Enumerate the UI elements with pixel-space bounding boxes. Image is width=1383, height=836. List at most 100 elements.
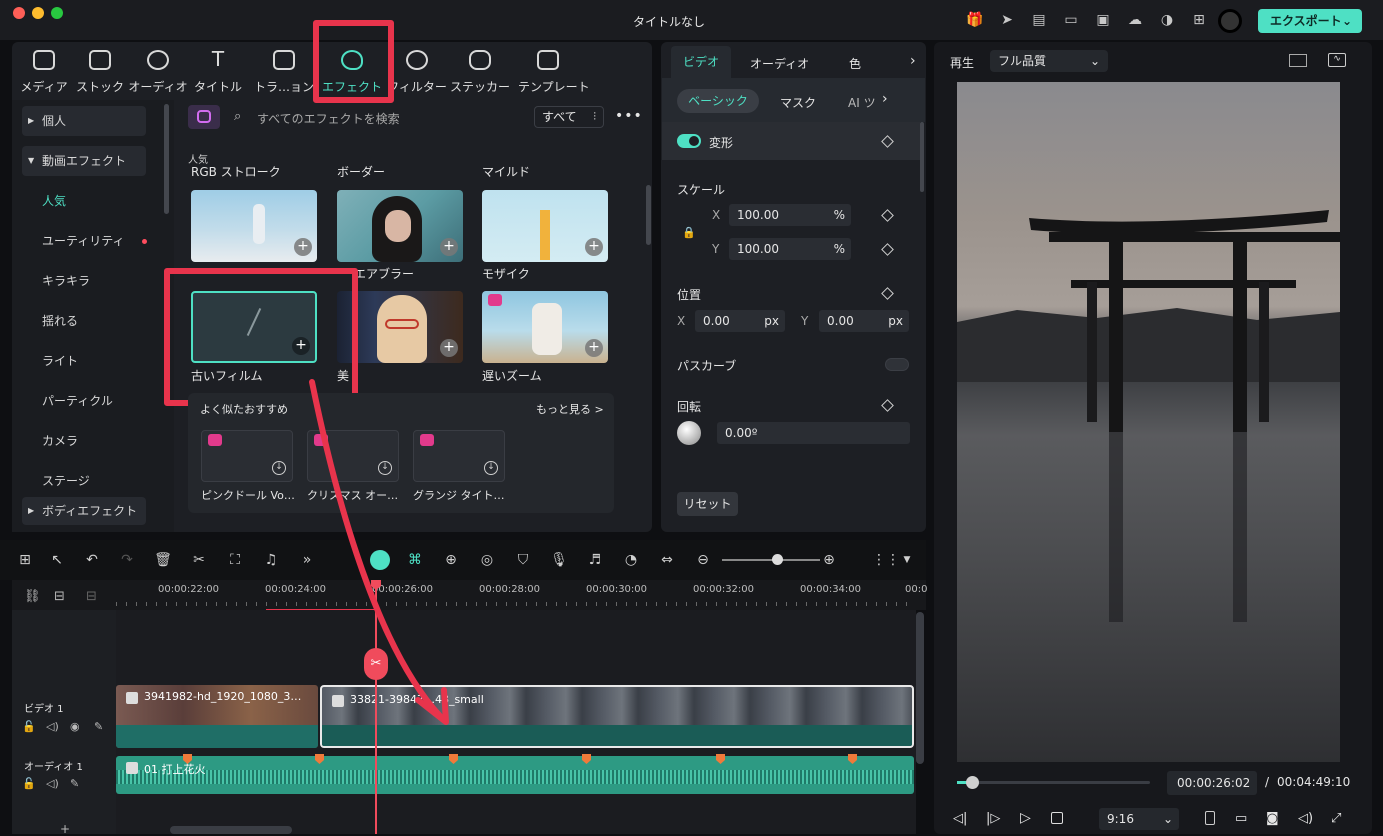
sidebar-item-personal[interactable]: ▶ 個人: [22, 106, 146, 136]
sidebar-item-camera[interactable]: カメラ: [22, 426, 146, 456]
sidebar-scrollbar[interactable]: [164, 104, 169, 214]
effect-card-mild[interactable]: +: [482, 190, 608, 262]
sidebar-item-popular[interactable]: 人気: [22, 186, 146, 216]
export-button[interactable]: エクスポート ⌄: [1258, 9, 1362, 33]
scale-x-field[interactable]: 100.00%: [729, 204, 851, 226]
phone-icon[interactable]: [1205, 811, 1215, 825]
track-volume-icon[interactable]: ◁): [46, 777, 59, 790]
tab-transition[interactable]: トラ…ョン: [254, 46, 314, 96]
zoom-slider[interactable]: [722, 559, 820, 561]
fullscreen-icon[interactable]: ⤢: [1331, 811, 1341, 826]
zoom-handle[interactable]: [772, 554, 783, 565]
scale-y-field[interactable]: 100.00%: [729, 238, 851, 260]
more-tools-icon[interactable]: »: [298, 551, 316, 569]
speed-icon[interactable]: ◎: [478, 551, 496, 569]
chevron-right-icon[interactable]: ›: [882, 91, 888, 107]
select-tool-icon[interactable]: ↖: [48, 551, 66, 569]
tab-filter[interactable]: フィルター: [387, 46, 447, 96]
avatar[interactable]: [1218, 9, 1242, 33]
sidebar-item-particle[interactable]: パーティクル: [22, 386, 146, 416]
stop-icon[interactable]: [1051, 812, 1063, 824]
progress-track[interactable]: [957, 781, 1150, 784]
audio-edit-icon[interactable]: ♫: [262, 551, 280, 569]
waveform-icon[interactable]: ∿: [1328, 53, 1346, 67]
tab-template[interactable]: テンプレート: [518, 46, 590, 96]
transform-toggle[interactable]: [677, 134, 701, 148]
track-options-icon[interactable]: ⋮⋮: [872, 551, 900, 569]
play-icon[interactable]: ▷: [1020, 810, 1031, 826]
sidebar-item-body-effects[interactable]: ▶ ボディエフェクト: [22, 497, 146, 525]
zoom-in-icon[interactable]: ⊕: [820, 551, 838, 569]
save-icon[interactable]: ▣: [1094, 11, 1112, 29]
reset-button[interactable]: リセット: [677, 492, 738, 516]
redo-icon[interactable]: ↷: [118, 551, 136, 569]
video-clip-1[interactable]: 3941982-hd_1920_1080_3…: [116, 685, 318, 748]
cloud-icon[interactable]: ☁: [1126, 11, 1144, 29]
sidebar-item-utility[interactable]: ユーティリティ: [22, 226, 147, 256]
progress-handle[interactable]: [966, 776, 979, 789]
timeline-vscroll[interactable]: [916, 612, 924, 764]
effect-card-rgb-stroke[interactable]: +: [191, 190, 317, 262]
shield-icon[interactable]: ⛉: [514, 551, 532, 569]
split-scissors-icon[interactable]: ✂: [364, 648, 388, 680]
prev-frame-icon[interactable]: ◁|: [953, 811, 967, 826]
apps-grid-icon[interactable]: ⊞: [1190, 11, 1208, 29]
monitor-icon[interactable]: ▭: [1235, 811, 1247, 826]
headset-icon[interactable]: ◑: [1158, 11, 1176, 29]
subtab-basic[interactable]: ベーシック: [677, 89, 759, 113]
track-volume-icon[interactable]: ◁): [46, 720, 59, 733]
music-list-icon[interactable]: ♬: [586, 551, 604, 569]
add-effect-button[interactable]: +: [585, 339, 603, 357]
tab-title[interactable]: T タイトル: [188, 46, 248, 96]
current-time[interactable]: 00:00:26:02: [1167, 771, 1257, 795]
lock-icon[interactable]: 🔒: [682, 226, 696, 239]
rotate-dial[interactable]: [677, 421, 701, 445]
undo-icon[interactable]: ↶: [83, 551, 101, 569]
add-effect-button[interactable]: +: [440, 238, 458, 256]
snapshot-icon[interactable]: ◙: [1266, 811, 1279, 826]
tab-sticker[interactable]: ステッカー: [450, 46, 510, 96]
rotate-field[interactable]: 0.00º: [717, 422, 910, 444]
download-icon[interactable]: ↓: [272, 461, 286, 475]
snap-icon[interactable]: ⌘: [406, 551, 424, 569]
tab-stock[interactable]: ストック: [70, 46, 130, 96]
add-effect-button[interactable]: +: [440, 339, 458, 357]
tab-video[interactable]: ビデオ: [671, 46, 731, 78]
fit-icon[interactable]: ⇔: [658, 551, 676, 569]
delete-icon[interactable]: 🗑: [154, 551, 172, 569]
path-curve-toggle[interactable]: [885, 358, 909, 371]
caret-down-icon[interactable]: ▼: [898, 551, 916, 569]
track-effect-icon[interactable]: ✎: [70, 777, 79, 790]
sidebar-item-stage[interactable]: ステージ: [22, 466, 146, 496]
video-preview[interactable]: [957, 82, 1340, 762]
track-lock-icon[interactable]: 🔓: [22, 720, 36, 733]
more-options-icon[interactable]: •••: [615, 108, 643, 124]
tab-color[interactable]: 色: [849, 55, 861, 72]
chevron-right-icon[interactable]: ›: [910, 53, 916, 69]
render-icon[interactable]: ▤: [1030, 11, 1048, 29]
tab-audio[interactable]: オーディオ: [128, 46, 188, 96]
link-icon[interactable]: ⛓: [24, 589, 41, 604]
next-frame-icon[interactable]: |▷: [986, 811, 1000, 826]
effect-card-slow-zoom[interactable]: +: [482, 291, 608, 363]
playhead[interactable]: [375, 582, 377, 834]
crop-icon[interactable]: ⛶: [226, 551, 244, 569]
tab-media[interactable]: メディア: [14, 46, 74, 96]
scissors-icon[interactable]: ✂: [190, 551, 208, 569]
layout-grid-icon[interactable]: ⊞: [16, 551, 34, 569]
add-effect-button[interactable]: +: [585, 238, 603, 256]
sidebar-item-video-effects[interactable]: ▼ 動画エフェクト: [22, 146, 146, 176]
track-eye-icon[interactable]: ◉: [70, 720, 80, 733]
layout-icon[interactable]: ▭: [1062, 11, 1080, 29]
track-effect-icon[interactable]: ✎: [94, 720, 103, 733]
search-input[interactable]: すべてのエフェクトを検索: [257, 110, 400, 127]
auto-icon[interactable]: ◔: [622, 551, 640, 569]
track-lock-icon[interactable]: 🔓: [22, 777, 36, 790]
recommend-card[interactable]: ↓: [413, 430, 505, 482]
subtab-mask[interactable]: マスク: [780, 94, 816, 111]
audio-clip[interactable]: 01 打上花火: [116, 756, 914, 794]
ai-mode-icon[interactable]: [370, 550, 390, 570]
subtab-ai[interactable]: AI ツ: [848, 94, 876, 111]
download-icon[interactable]: ↓: [378, 461, 392, 475]
timeline-hscroll[interactable]: [170, 826, 292, 834]
